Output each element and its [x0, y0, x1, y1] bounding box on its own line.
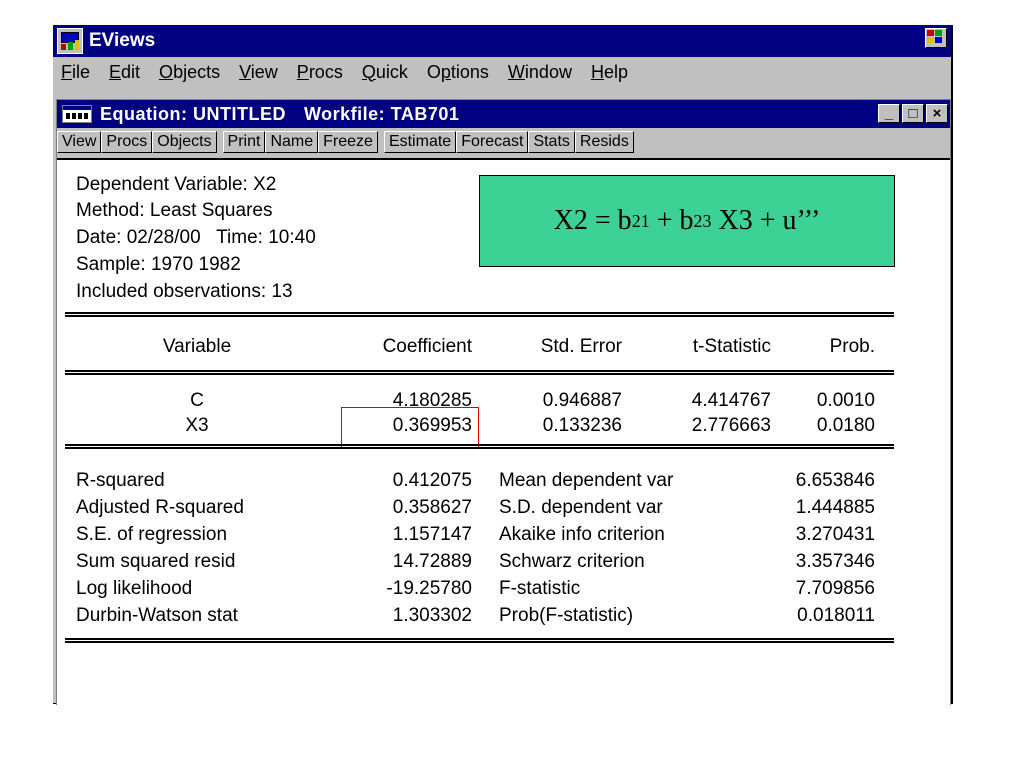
stat-label: Mean dependent var [499, 470, 674, 491]
toolbar-resids-button[interactable]: Resids [574, 131, 634, 153]
divider-top [65, 312, 894, 317]
stat-value: 0.358627 [392, 497, 472, 518]
stat-value: 14.72889 [392, 551, 472, 572]
dependent-variable-line: Dependent Variable: X2 [76, 174, 277, 195]
method-line: Method: Least Squares [76, 200, 273, 221]
menu-objects[interactable]: Objects [159, 62, 220, 83]
toolbar-freeze-button[interactable]: Freeze [318, 131, 378, 153]
regression-output: Dependent Variable: X2 Method: Least Squ… [57, 158, 950, 706]
equation-window-icon[interactable] [62, 105, 92, 123]
menu-edit[interactable]: Edit [109, 62, 140, 83]
col-header-t-statistic: t-Statistic [692, 336, 771, 357]
observations-line: Included observations: 13 [76, 281, 293, 302]
variable-name: C [190, 390, 204, 411]
menu-window[interactable]: Window [508, 62, 572, 83]
stat-value: 3.270431 [795, 524, 875, 545]
app-control-icon[interactable] [925, 28, 947, 48]
toolbar-estimate-button[interactable]: Estimate [383, 131, 457, 153]
toolbar-forecast-button[interactable]: Forecast [456, 131, 529, 153]
app-titlebar[interactable]: EViews [53, 25, 951, 57]
stat-value: 1.444885 [795, 497, 875, 518]
app-title: EViews [89, 30, 156, 51]
stat-label: Adjusted R-squared [76, 497, 244, 518]
divider-stats [65, 444, 894, 449]
stat-value: 7.709856 [795, 578, 875, 599]
menu-options[interactable]: Options [427, 62, 489, 83]
menu-bar: File Edit Objects View Procs Quick Optio… [53, 57, 951, 87]
date-time-line: Date: 02/28/00 Time: 10:40 [76, 227, 316, 248]
stat-label: Akaike info criterion [499, 524, 665, 545]
close-button[interactable]: × [926, 104, 948, 123]
eviews-logo-icon[interactable] [57, 28, 83, 54]
stat-label: Schwarz criterion [499, 551, 645, 572]
menu-help[interactable]: Help [591, 62, 628, 83]
toolbar-print-button[interactable]: Print [222, 131, 266, 153]
toolbar-stats-button[interactable]: Stats [528, 131, 575, 153]
equation-annotation: X2 = b 21 + b 23 X3 + u’’’ [479, 175, 895, 267]
eviews-app-window: EViews File Edit Objects View Procs Quic… [53, 25, 953, 706]
toolbar-objects-button[interactable]: Objects [152, 131, 217, 153]
col-header-variable: Variable [162, 336, 232, 357]
stat-value: 3.357346 [795, 551, 875, 572]
menu-file[interactable]: File [61, 62, 90, 83]
toolbar-name-button[interactable]: Name [265, 131, 319, 153]
coefficient-highlight-box [341, 407, 479, 448]
stat-value: 0.018011 [797, 605, 875, 626]
sample-line: Sample: 1970 1982 [76, 254, 241, 275]
col-header-coefficient: Coefficient [382, 336, 472, 357]
stat-label: Durbin-Watson stat [76, 605, 238, 626]
prob-value: 0.0180 [816, 415, 875, 436]
stat-value: 1.303302 [392, 605, 472, 626]
stat-label: F-statistic [499, 578, 581, 599]
divider-mid [65, 370, 894, 375]
stat-label: Prob(F-statistic) [499, 605, 634, 626]
col-header-std-error: Std. Error [540, 336, 622, 357]
stat-value: 1.157147 [392, 524, 472, 545]
stat-label: Sum squared resid [76, 551, 236, 572]
stat-label: S.E. of regression [76, 524, 228, 545]
equation-toolbar: View Procs Objects Print Name Freeze Est… [57, 130, 950, 154]
equation-window-title: Equation: UNTITLED Workfile: TAB701 [100, 103, 460, 124]
t-statistic-value: 2.776663 [691, 415, 771, 436]
variable-name: X3 [185, 415, 209, 436]
equation-window-titlebar[interactable]: Equation: UNTITLED Workfile: TAB701 _ □ × [57, 100, 950, 128]
col-header-prob: Prob. [829, 336, 875, 357]
stat-label: S.D. dependent var [499, 497, 663, 518]
equation-window: Equation: UNTITLED Workfile: TAB701 _ □ ×… [56, 99, 951, 706]
stat-label: Log likelihood [76, 578, 193, 599]
menu-procs[interactable]: Procs [297, 62, 343, 83]
stat-value: -19.25780 [386, 578, 472, 599]
menu-view[interactable]: View [239, 62, 278, 83]
stat-value: 0.412075 [392, 470, 472, 491]
toolbar-procs-button[interactable]: Procs [101, 131, 153, 153]
maximize-button[interactable]: □ [902, 104, 924, 123]
divider-bottom [65, 638, 894, 643]
t-statistic-value: 4.414767 [691, 390, 771, 411]
std-error-value: 0.133236 [542, 415, 622, 436]
std-error-value: 0.946887 [542, 390, 622, 411]
prob-value: 0.0010 [816, 390, 875, 411]
stat-value: 6.653846 [795, 470, 875, 491]
menu-quick[interactable]: Quick [362, 62, 408, 83]
toolbar-view-button[interactable]: View [57, 131, 102, 153]
stat-label: R-squared [76, 470, 165, 491]
minimize-button[interactable]: _ [878, 104, 900, 123]
